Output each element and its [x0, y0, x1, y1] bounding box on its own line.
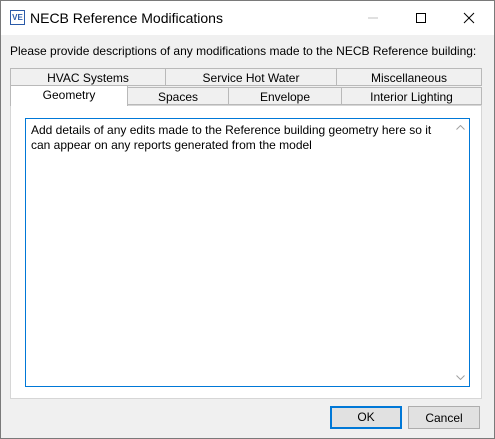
dialog-window: VE NECB Reference Modifications Please p… — [0, 0, 495, 439]
window-title: NECB Reference Modifications — [30, 10, 223, 26]
tab-spaces[interactable]: Spaces — [127, 87, 229, 105]
tab-hvac-systems[interactable]: HVAC Systems — [10, 68, 166, 86]
title-bar[interactable]: VE NECB Reference Modifications — [1, 1, 494, 35]
vertical-scrollbar[interactable] — [452, 119, 469, 386]
modifications-textarea[interactable]: Add details of any edits made to the Ref… — [25, 118, 470, 387]
tab-geometry[interactable]: Geometry — [10, 85, 128, 106]
geometry-tab-panel: Add details of any edits made to the Ref… — [10, 105, 482, 399]
tab-miscellaneous[interactable]: Miscellaneous — [336, 68, 482, 86]
cancel-button[interactable]: Cancel — [408, 406, 480, 429]
tab-service-hot-water[interactable]: Service Hot Water — [165, 68, 337, 86]
minimize-button[interactable] — [350, 1, 396, 35]
maximize-button[interactable] — [398, 1, 444, 35]
scroll-down-button[interactable] — [452, 369, 469, 386]
textarea-text[interactable]: Add details of any edits made to the Ref… — [31, 123, 449, 153]
close-icon — [463, 12, 475, 24]
maximize-icon — [416, 13, 426, 23]
scroll-up-button[interactable] — [452, 119, 469, 136]
chevron-up-icon — [456, 125, 465, 130]
chevron-down-icon — [456, 375, 465, 380]
app-logo-icon: VE — [10, 10, 25, 25]
close-button[interactable] — [446, 1, 492, 35]
ok-button[interactable]: OK — [330, 406, 402, 429]
instruction-label: Please provide descriptions of any modif… — [10, 44, 477, 58]
minimize-icon — [368, 17, 378, 19]
tab-interior-lighting[interactable]: Interior Lighting — [341, 87, 482, 105]
tab-envelope[interactable]: Envelope — [228, 87, 342, 105]
